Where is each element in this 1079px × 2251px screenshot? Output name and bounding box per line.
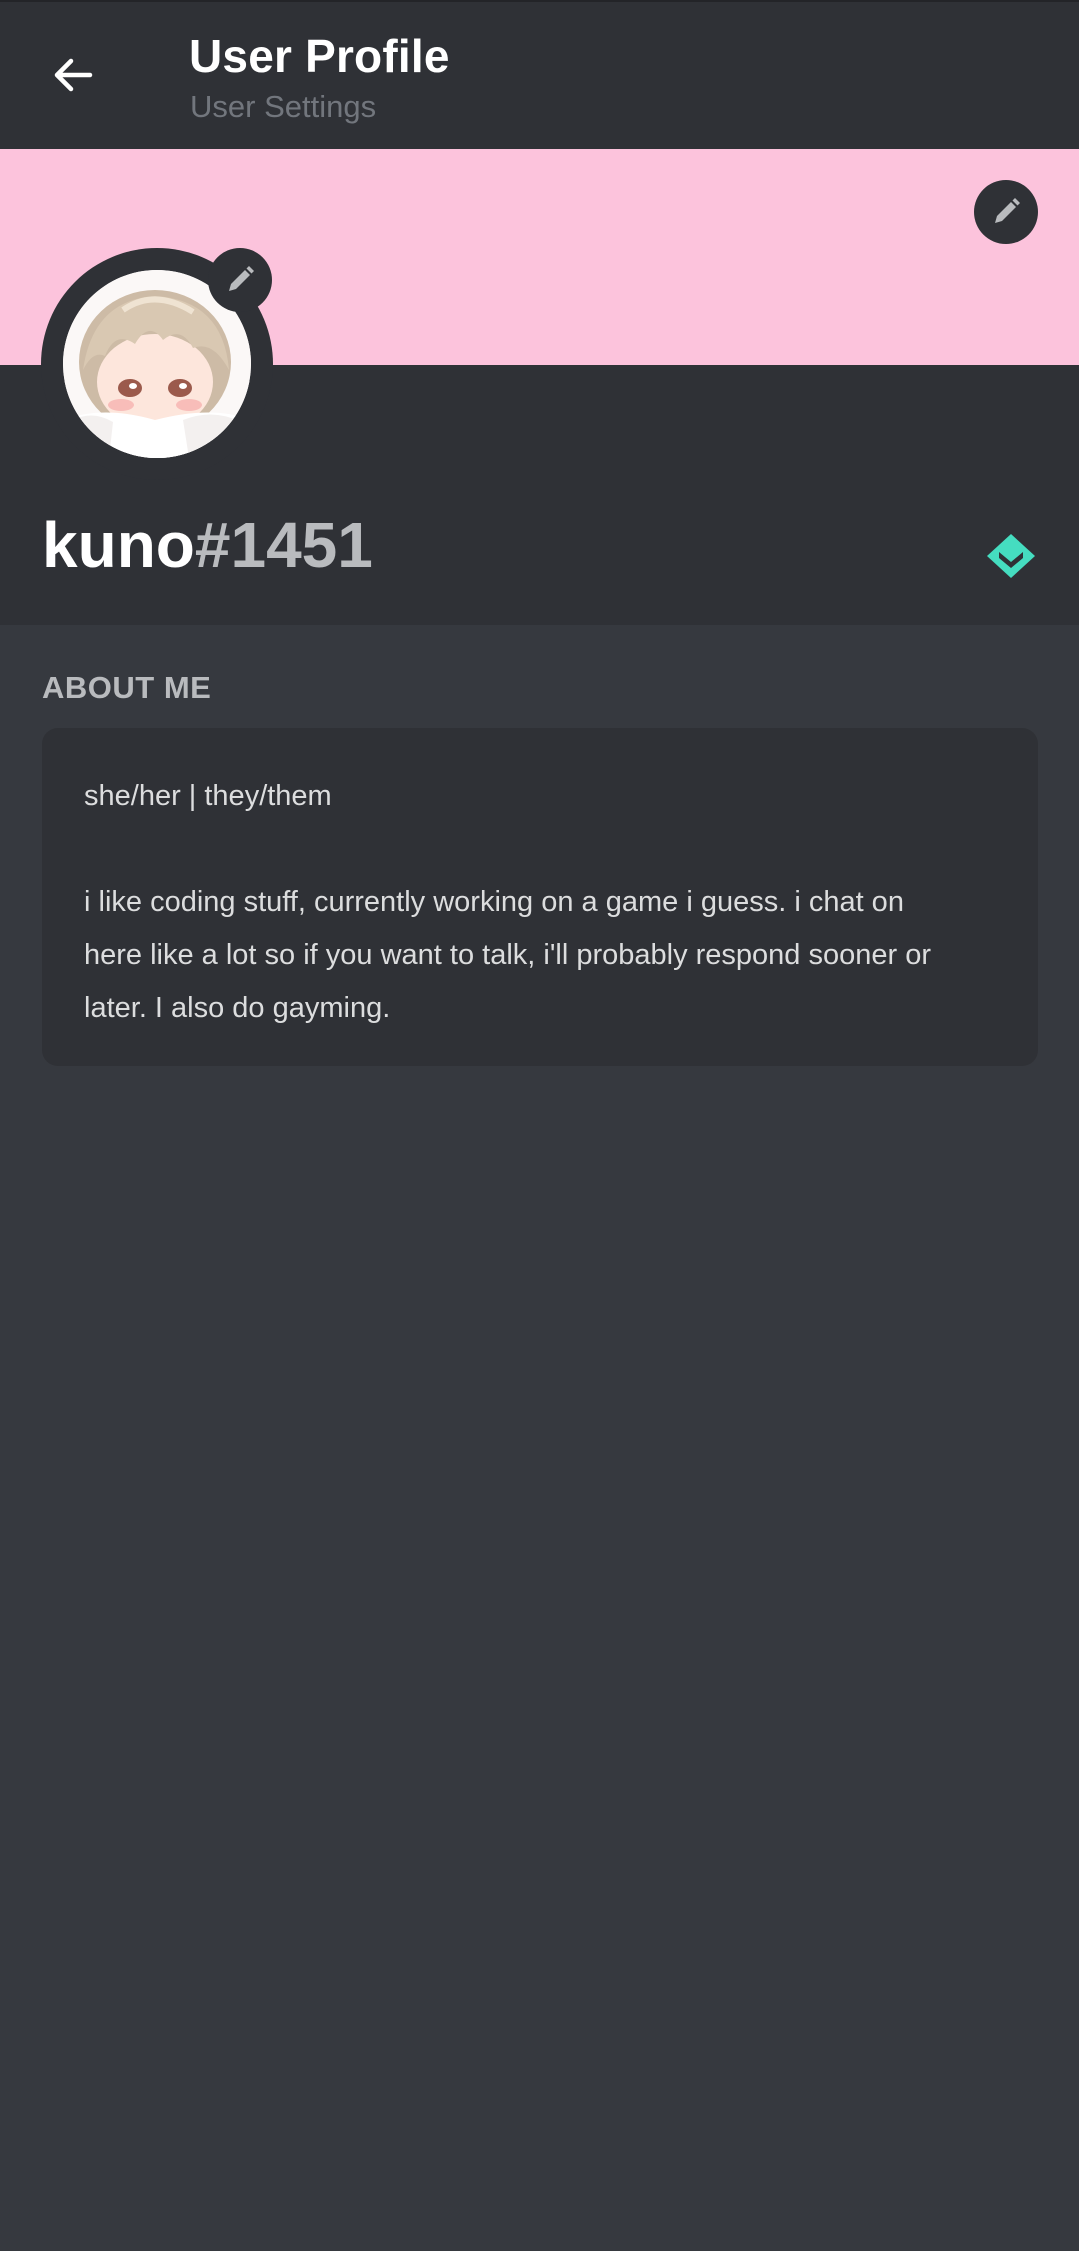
bio-line: i like coding stuff, currently working o… — [84, 886, 904, 918]
edit-banner-button[interactable] — [974, 180, 1038, 244]
hypesquad-badge[interactable] — [985, 532, 1037, 580]
edit-avatar-button[interactable] — [208, 248, 272, 312]
user-profile-screen: User Profile User Settings kuno#1451 ABO… — [0, 0, 1079, 2251]
pencil-icon — [995, 198, 1020, 223]
bio-line: here like a lot so if you want to talk, … — [84, 939, 931, 971]
username-tag: kuno#1451 — [42, 505, 373, 585]
about-spacer — [84, 823, 996, 876]
about-me-card: she/her | they/them i like coding stuff,… — [42, 728, 1038, 1066]
back-button[interactable] — [40, 42, 106, 108]
pencil-icon — [229, 266, 254, 291]
page-subtitle: User Settings — [190, 89, 377, 124]
page-title: User Profile — [189, 30, 450, 82]
hypesquad-balance-badge-icon — [987, 534, 1035, 578]
username: kuno — [42, 509, 195, 581]
top-app-bar: User Profile User Settings — [0, 0, 1079, 149]
about-me-heading: ABOUT ME — [42, 670, 212, 705]
arrow-left-icon — [54, 58, 93, 92]
pronouns-text: she/her | they/them — [84, 780, 332, 812]
bio-line: later. I also do gayming. — [84, 992, 391, 1024]
discriminator: #1451 — [194, 509, 373, 581]
